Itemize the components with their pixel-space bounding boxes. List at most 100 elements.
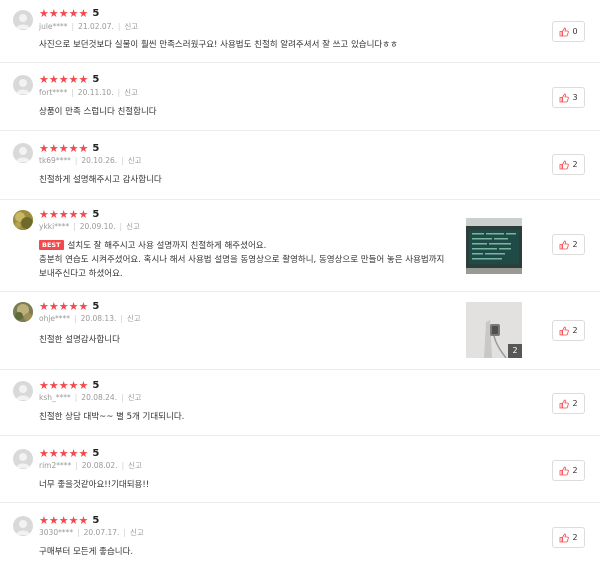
star-icon: ★ — [48, 208, 59, 221]
star-icon: ★ — [39, 7, 49, 20]
user-id: fort**** — [39, 88, 68, 97]
review-meta: ksh_**** | 20.08.24. | 신고 — [39, 393, 142, 402]
review-item: ★ ★ ★ ★ ★ 5 ohje**** | 20.08.13. | 신고 친절한 설명감사합니… — [0, 292, 600, 370]
rating-score: 5 — [92, 515, 100, 526]
thumb-up-icon — [560, 93, 570, 102]
user-avatar-icon — [13, 10, 33, 30]
star-icon: ★ — [68, 447, 79, 460]
user-id: ykki**** — [39, 222, 70, 231]
review-photo[interactable] — [466, 218, 522, 274]
review-text: 상품이 만족 스럽니다 친절합니다 — [39, 107, 157, 117]
like-count: 3 — [572, 92, 578, 102]
like-button[interactable]: 0 — [552, 21, 585, 42]
user-id: 3030**** — [39, 528, 74, 537]
like-button[interactable]: 2 — [552, 234, 585, 255]
thumb-up-icon — [560, 326, 570, 335]
review-text: 친절한 설명감사합니다 — [39, 335, 120, 345]
star-rating: ★ ★ ★ ★ ★ 5 — [39, 301, 99, 313]
report-link[interactable]: 신고 — [126, 222, 140, 231]
star-rating: ★ ★ ★ ★ ★ 5 — [39, 515, 99, 527]
star-icon: ★ — [78, 514, 89, 527]
review-text: 친절한 상담 대박~~ 별 5개 기대되니다. — [39, 412, 185, 422]
user-avatar-icon — [13, 381, 33, 401]
star-icon: ★ — [78, 7, 89, 20]
review-date: 20.10.26. — [81, 156, 118, 165]
photo-count: 2 — [508, 344, 522, 358]
review-item: ★ ★ ★ ★ ★ 5 tk69**** | 20.10.26. | 신고 친절하게 설명해주시… — [0, 131, 600, 200]
star-rating: ★ ★ ★ ★ ★ 5 — [39, 8, 99, 20]
star-icon: ★ — [78, 73, 89, 86]
star-icon: ★ — [58, 7, 69, 20]
like-button[interactable]: 2 — [552, 154, 585, 175]
review-date: 20.09.10. — [79, 222, 116, 231]
review-item: ★ ★ ★ ★ ★ 5 3030**** | 20.07.17. | 신고 구매부터 모든게 좋… — [0, 503, 600, 565]
like-button[interactable]: 2 — [552, 527, 585, 548]
rating-score: 5 — [92, 209, 100, 220]
star-icon: ★ — [78, 447, 89, 460]
thumb-up-icon — [560, 533, 570, 542]
report-link[interactable]: 신고 — [124, 22, 138, 31]
user-avatar-icon — [13, 75, 33, 95]
star-icon: ★ — [68, 514, 79, 527]
rating-score: 5 — [92, 301, 100, 312]
star-icon: ★ — [68, 379, 79, 392]
user-avatar-icon — [13, 449, 33, 469]
star-icon: ★ — [58, 142, 69, 155]
star-icon: ★ — [39, 208, 49, 221]
review-item: ★ ★ ★ ★ ★ 5 rim2**** | 20.08.02. | 신고 너무 좋을것같아요!… — [0, 436, 600, 503]
review-text: 사진으로 보던것보다 실물이 훨씬 만족스러웠구요! 사용법도 친절히 알려주셔… — [39, 40, 398, 50]
review-date: 21.02.07. — [78, 22, 114, 31]
like-button[interactable]: 2 — [552, 460, 585, 481]
star-icon: ★ — [48, 514, 59, 527]
star-rating: ★ ★ ★ ★ ★ 5 — [39, 448, 99, 460]
rating-score: 5 — [92, 143, 100, 154]
like-count: 2 — [572, 398, 578, 408]
like-count: 2 — [572, 159, 578, 169]
star-rating: ★ ★ ★ ★ ★ 5 — [39, 74, 99, 86]
report-link[interactable]: 신고 — [128, 156, 142, 165]
user-avatar-icon — [13, 143, 33, 163]
star-icon: ★ — [48, 379, 59, 392]
star-icon: ★ — [78, 208, 89, 221]
thumb-up-icon — [560, 466, 570, 475]
star-icon: ★ — [58, 208, 69, 221]
user-id: tk69**** — [39, 156, 71, 165]
user-id: jule**** — [39, 22, 68, 31]
thumb-up-icon — [560, 160, 570, 169]
report-link[interactable]: 신고 — [130, 528, 144, 537]
rating-score: 5 — [92, 380, 100, 391]
report-link[interactable]: 신고 — [127, 314, 141, 323]
review-item: ★ ★ ★ ★ ★ 5 ykki**** | 20.09.10. | 신고 BEST 설치도 잘 … — [0, 200, 600, 292]
star-icon: ★ — [58, 514, 69, 527]
star-icon: ★ — [68, 142, 79, 155]
star-icon: ★ — [68, 208, 79, 221]
report-link[interactable]: 신고 — [128, 461, 142, 470]
star-icon: ★ — [39, 73, 49, 86]
like-button[interactable]: 2 — [552, 393, 585, 414]
report-link[interactable]: 신고 — [128, 393, 142, 402]
review-photo[interactable]: 2 — [466, 302, 522, 358]
like-count: 2 — [572, 239, 578, 249]
review-meta: ykki**** | 20.09.10. | 신고 — [39, 222, 140, 231]
like-button[interactable]: 3 — [552, 87, 585, 108]
user-avatar-icon — [13, 302, 33, 322]
like-count: 2 — [572, 325, 578, 335]
rating-score: 5 — [92, 8, 100, 19]
review-date: 20.08.24. — [81, 393, 118, 402]
thumb-up-icon — [560, 399, 570, 408]
star-icon: ★ — [39, 514, 49, 527]
star-icon: ★ — [48, 300, 59, 313]
star-icon: ★ — [48, 447, 59, 460]
like-count: 2 — [572, 532, 578, 542]
user-id: ohje**** — [39, 314, 71, 323]
rating-score: 5 — [92, 448, 100, 459]
rating-score: 5 — [92, 74, 100, 85]
star-rating: ★ ★ ★ ★ ★ 5 — [39, 380, 99, 392]
star-icon: ★ — [58, 379, 69, 392]
report-link[interactable]: 신고 — [124, 88, 138, 97]
star-icon: ★ — [48, 7, 59, 20]
like-count: 0 — [572, 26, 578, 36]
star-icon: ★ — [39, 447, 49, 460]
star-icon: ★ — [58, 300, 69, 313]
like-button[interactable]: 2 — [552, 320, 585, 341]
